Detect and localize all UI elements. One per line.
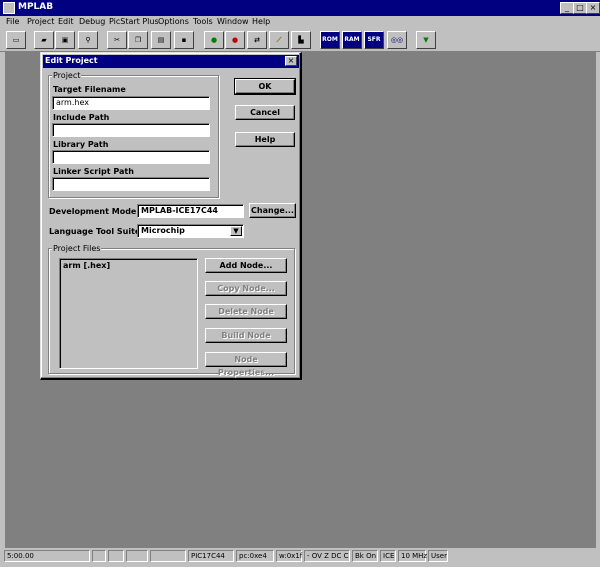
- lang-suite-label: Language Tool Suite:: [49, 227, 144, 236]
- rom-icon[interactable]: ROM: [320, 31, 340, 49]
- status-device: PIC17C44: [188, 550, 234, 562]
- run-icon[interactable]: ●: [204, 31, 224, 49]
- dialog-close-button[interactable]: ×: [285, 56, 297, 66]
- filter-icon[interactable]: ▼: [416, 31, 436, 49]
- maximize-button[interactable]: □: [573, 2, 587, 14]
- reset-icon[interactable]: ▙: [291, 31, 311, 49]
- delete-node-button[interactable]: Delete Node: [205, 304, 287, 319]
- ok-button[interactable]: OK: [234, 78, 296, 95]
- status-empty-3: [126, 550, 148, 562]
- folder-tab-icon[interactable]: ▭: [6, 31, 26, 49]
- open-icon[interactable]: ▰: [34, 31, 54, 49]
- app-icon[interactable]: [3, 2, 15, 14]
- status-mode: ICE: [380, 550, 396, 562]
- status-flags: - OV Z DC C: [304, 550, 350, 562]
- menu-picstart[interactable]: PicStart Plus: [109, 17, 159, 26]
- title-bar: MPLAB _ □ ×: [0, 0, 600, 16]
- animate-icon[interactable]: ⟋: [269, 31, 289, 49]
- copy-icon[interactable]: ❐: [128, 31, 148, 49]
- status-w: w:0x1f: [276, 550, 302, 562]
- paste-icon[interactable]: ▤: [151, 31, 171, 49]
- add-node-button[interactable]: Add Node...: [205, 258, 287, 273]
- ram-icon[interactable]: RAM: [342, 31, 362, 49]
- status-bk: Bk On: [352, 550, 378, 562]
- window-title: MPLAB: [18, 2, 54, 12]
- include-path-label: Include Path: [53, 113, 110, 122]
- step-icon[interactable]: ⇄: [247, 31, 267, 49]
- list-item[interactable]: arm [.hex]: [63, 261, 194, 270]
- status-pc: pc:0xe4: [236, 550, 274, 562]
- dialog-title: Edit Project: [45, 56, 98, 65]
- lang-suite-value: Microchip: [141, 226, 185, 235]
- chevron-down-icon[interactable]: ▼: [230, 226, 242, 236]
- menu-window[interactable]: Window: [217, 17, 249, 26]
- menu-tools[interactable]: Tools: [193, 17, 213, 26]
- status-bar: 5:00.00 PIC17C44 pc:0xe4 w:0x1f - OV Z D…: [0, 549, 600, 567]
- lang-suite-select[interactable]: Microchip ▼: [137, 224, 244, 238]
- sfr-icon[interactable]: SFR: [364, 31, 384, 49]
- disk-icon[interactable]: ▪: [174, 31, 194, 49]
- menu-edit[interactable]: Edit: [58, 17, 74, 26]
- library-path-field[interactable]: [52, 150, 210, 164]
- build-node-button[interactable]: Build Node: [205, 328, 287, 343]
- watch-icon[interactable]: ◎◎: [387, 31, 407, 49]
- project-files-list[interactable]: arm [.hex]: [59, 258, 198, 369]
- project-group-label: Project: [52, 71, 82, 80]
- status-empty-4: [150, 550, 186, 562]
- save-icon[interactable]: ▣: [55, 31, 75, 49]
- change-button[interactable]: Change...: [249, 203, 296, 218]
- include-path-field[interactable]: [52, 123, 210, 137]
- node-properties-button[interactable]: Node Properties...: [205, 352, 287, 377]
- edit-project-dialog: Edit Project × Project Target Filename a…: [40, 52, 302, 380]
- menu-debug[interactable]: Debug: [79, 17, 105, 26]
- linker-script-label: Linker Script Path: [53, 167, 134, 176]
- toolbar: ▭ ▰ ▣ ⚲ ✂ ❐ ▤ ▪ ● ● ⇄ ⟋ ▙ ROM RAM SFR ◎◎…: [0, 29, 600, 52]
- cut-icon[interactable]: ✂: [107, 31, 127, 49]
- linker-script-field[interactable]: [52, 177, 210, 191]
- search-icon[interactable]: ⚲: [78, 31, 98, 49]
- status-empty-2: [108, 550, 124, 562]
- halt-icon[interactable]: ●: [225, 31, 245, 49]
- target-filename-label: Target Filename: [53, 85, 126, 94]
- dev-mode-label: Development Mode:: [49, 207, 140, 216]
- status-time: 5:00.00: [4, 550, 90, 562]
- menu-help[interactable]: Help: [252, 17, 270, 26]
- close-button[interactable]: ×: [586, 2, 600, 14]
- status-user: User: [428, 550, 448, 562]
- copy-node-button[interactable]: Copy Node...: [205, 281, 287, 296]
- cancel-button[interactable]: Cancel: [235, 105, 295, 120]
- dialog-title-bar: Edit Project ×: [43, 55, 299, 68]
- help-button[interactable]: Help: [235, 132, 295, 147]
- target-filename-field[interactable]: arm.hex: [52, 96, 210, 110]
- status-empty-1: [92, 550, 106, 562]
- menu-project[interactable]: Project: [27, 17, 54, 26]
- menu-file[interactable]: File: [6, 17, 19, 26]
- menu-bar: File Project Edit Debug PicStart Plus Op…: [0, 16, 600, 29]
- dev-mode-field: MPLAB-ICE17C44: [137, 204, 244, 218]
- minimize-button[interactable]: _: [560, 2, 574, 14]
- project-files-label: Project Files: [52, 244, 102, 253]
- status-freq: 10 MHz: [398, 550, 427, 562]
- menu-options[interactable]: Options: [158, 17, 189, 26]
- library-path-label: Library Path: [53, 140, 109, 149]
